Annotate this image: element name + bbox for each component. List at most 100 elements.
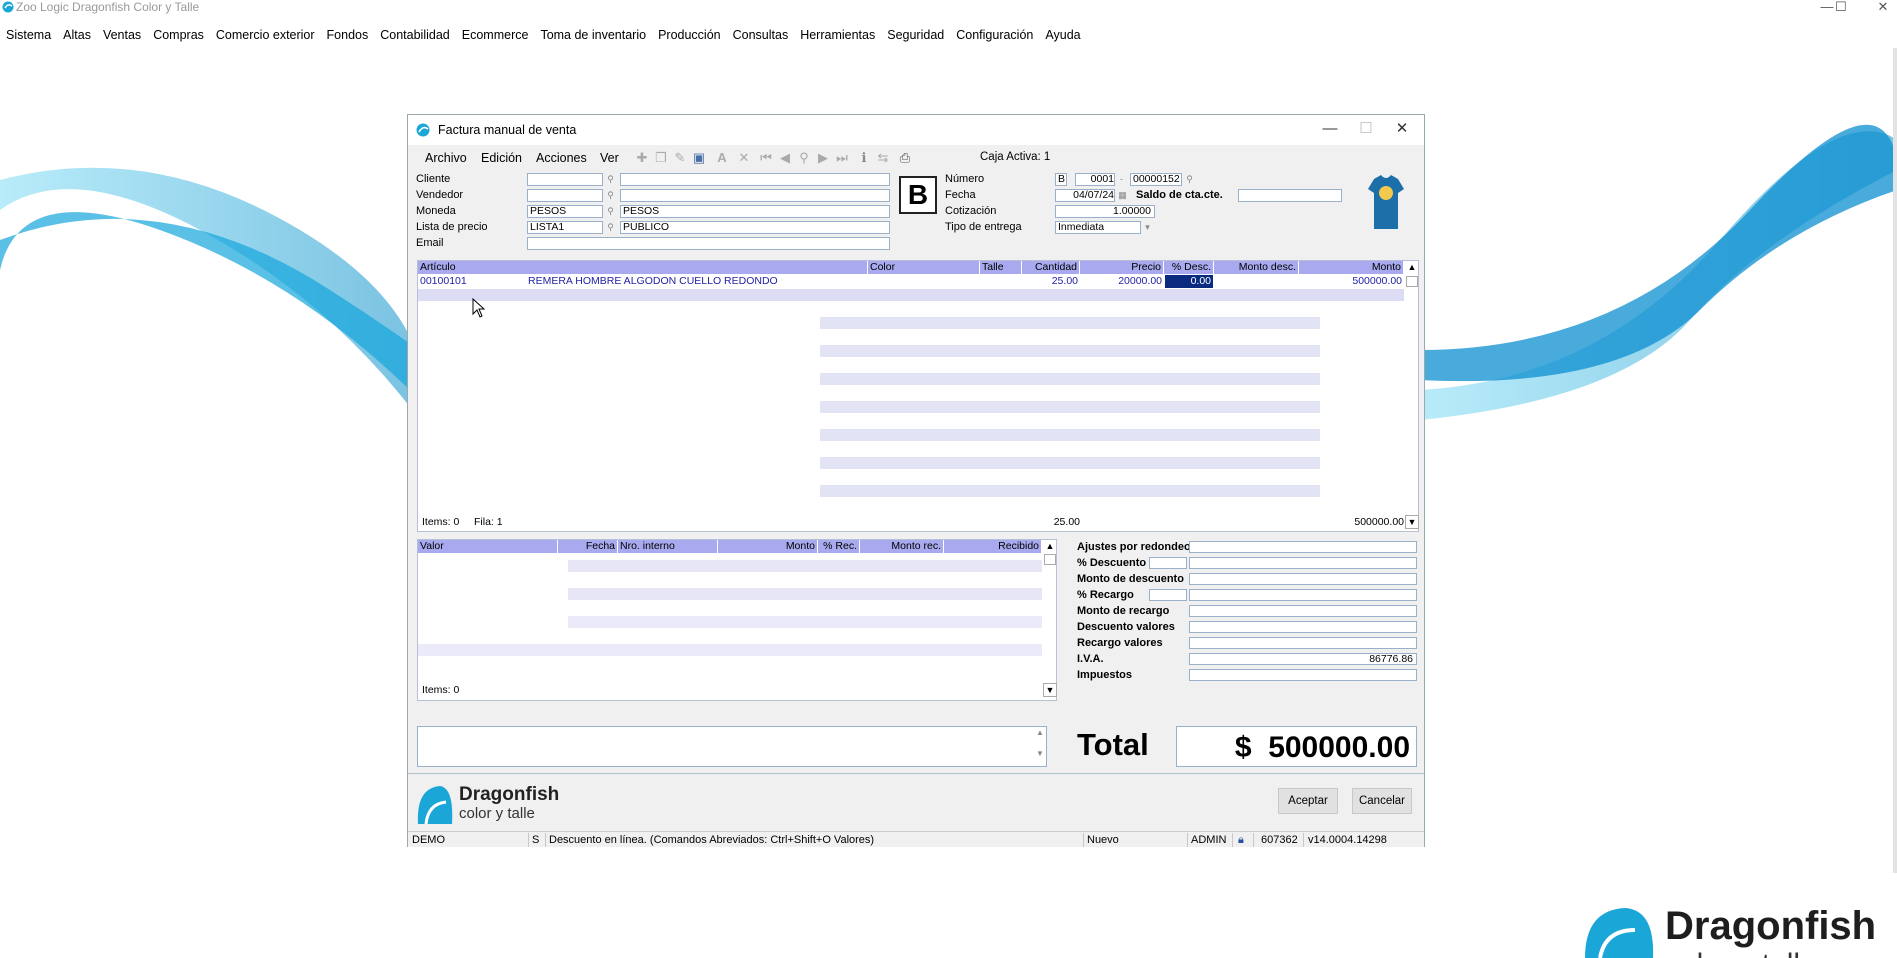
info-icon[interactable]: ℹ bbox=[856, 150, 872, 166]
menu-ver[interactable]: Ver bbox=[600, 151, 619, 165]
lista-precio-desc-field[interactable]: PUBLICO bbox=[620, 221, 890, 234]
col-desc-header[interactable]: % Desc. bbox=[1164, 261, 1214, 274]
menu-configuracion[interactable]: Configuración bbox=[950, 26, 1039, 44]
edit-icon[interactable]: ✎ bbox=[672, 150, 688, 166]
col-talle-header[interactable]: Talle bbox=[980, 261, 1022, 274]
vendedor-code-field[interactable] bbox=[527, 189, 603, 202]
fecha-field[interactable]: 04/07/24 bbox=[1055, 189, 1115, 202]
menu-ecommerce[interactable]: Ecommerce bbox=[456, 26, 535, 44]
saldo-field[interactable] bbox=[1238, 189, 1342, 202]
menu-ventas[interactable]: Ventas bbox=[97, 26, 147, 44]
menu-fondos[interactable]: Fondos bbox=[321, 26, 375, 44]
col-pct-rec-header[interactable]: % Rec. bbox=[818, 540, 860, 553]
font-icon[interactable]: A bbox=[714, 150, 730, 166]
menu-altas[interactable]: Altas bbox=[57, 26, 97, 44]
row-cantidad[interactable]: 25.00 bbox=[1022, 275, 1080, 288]
menu-ayuda[interactable]: Ayuda bbox=[1039, 26, 1086, 44]
menu-produccion[interactable]: Producción bbox=[652, 26, 727, 44]
last-record-icon[interactable]: ⏭ bbox=[834, 150, 850, 166]
cliente-code-field[interactable] bbox=[527, 173, 603, 186]
menu-acciones[interactable]: Acciones bbox=[536, 151, 587, 165]
moneda-desc-field[interactable]: PESOS bbox=[620, 205, 890, 218]
moneda-code-field[interactable]: PESOS bbox=[527, 205, 603, 218]
copy-icon[interactable]: ❐ bbox=[653, 150, 669, 166]
iva-field[interactable]: 86776.86 bbox=[1189, 653, 1417, 665]
pct-descuento-amount-field[interactable] bbox=[1189, 557, 1417, 569]
col-monto-pay-header[interactable]: Monto bbox=[718, 540, 818, 553]
menu-compras[interactable]: Compras bbox=[147, 26, 210, 44]
email-field[interactable] bbox=[527, 237, 890, 250]
monto-recargo-field[interactable] bbox=[1189, 605, 1417, 617]
tipo-entrega-select[interactable]: Inmediata bbox=[1055, 221, 1141, 234]
observaciones-textarea[interactable]: ▲ ▼ bbox=[417, 726, 1047, 767]
expand-down-icon[interactable]: ▼ bbox=[1405, 515, 1419, 529]
next-record-icon[interactable]: ▶ bbox=[815, 150, 831, 166]
col-monto-header[interactable]: Monto bbox=[1299, 261, 1404, 274]
numero-letter-field[interactable]: B bbox=[1055, 173, 1067, 186]
scroll-up-icon[interactable]: ▲ bbox=[1405, 261, 1419, 274]
vendedor-lookup-icon[interactable]: ⚲ bbox=[604, 189, 617, 201]
numero-pv-field[interactable]: 0001 bbox=[1075, 173, 1115, 186]
menu-contabilidad[interactable]: Contabilidad bbox=[374, 26, 456, 44]
chevron-down-icon[interactable]: ▾ bbox=[1141, 221, 1154, 233]
col-monto-rec-header[interactable]: Monto rec. bbox=[860, 540, 944, 553]
dialog-maximize-button[interactable]: ☐ bbox=[1348, 119, 1384, 141]
menu-archivo[interactable]: Archivo bbox=[425, 151, 467, 165]
link-icon[interactable]: ⇆ bbox=[875, 150, 891, 166]
menu-edicion[interactable]: Edición bbox=[481, 151, 522, 165]
new-icon[interactable]: ✚ bbox=[634, 150, 650, 166]
menu-consultas[interactable]: Consultas bbox=[727, 26, 795, 44]
row-articulo[interactable]: 00100101 bbox=[418, 275, 469, 288]
col-cantidad-header[interactable]: Cantidad bbox=[1022, 261, 1080, 274]
row-desc[interactable]: 0.00 bbox=[1165, 275, 1213, 288]
row-monto-desc[interactable] bbox=[1214, 275, 1299, 288]
cliente-lookup-icon[interactable]: ⚲ bbox=[604, 173, 617, 185]
window-close-button[interactable]: ✕ bbox=[1860, 0, 1897, 16]
cotizacion-field[interactable]: 1.00000 bbox=[1055, 205, 1155, 218]
menu-comercio-exterior[interactable]: Comercio exterior bbox=[210, 26, 321, 44]
row-checkbox[interactable] bbox=[1406, 276, 1418, 287]
empty-row[interactable] bbox=[418, 289, 1404, 301]
lista-precio-code-field[interactable]: LISTA1 bbox=[527, 221, 603, 234]
previous-record-icon[interactable]: ◀ bbox=[777, 150, 793, 166]
pay-scroll-up-icon[interactable]: ▲ bbox=[1043, 540, 1057, 552]
print-icon[interactable]: ⎙ bbox=[897, 150, 913, 166]
col-precio-header[interactable]: Precio bbox=[1080, 261, 1164, 274]
lista-precio-lookup-icon[interactable]: ⚲ bbox=[604, 221, 617, 233]
delete-icon[interactable]: ✕ bbox=[736, 150, 752, 166]
calendar-icon[interactable]: ▦ bbox=[1116, 189, 1129, 201]
moneda-lookup-icon[interactable]: ⚲ bbox=[604, 205, 617, 217]
row-precio[interactable]: 20000.00 bbox=[1080, 275, 1164, 288]
col-color-header[interactable]: Color bbox=[868, 261, 980, 274]
cliente-name-field[interactable] bbox=[620, 173, 890, 186]
window-maximize-button[interactable]: ☐ bbox=[1818, 0, 1864, 16]
vendedor-name-field[interactable] bbox=[620, 189, 890, 202]
window-scrollbar[interactable] bbox=[1893, 48, 1897, 873]
cancel-button[interactable]: Cancelar bbox=[1352, 788, 1412, 814]
pct-recargo-amount-field[interactable] bbox=[1189, 589, 1417, 601]
accept-button[interactable]: Aceptar bbox=[1278, 788, 1338, 814]
col-monto-desc-header[interactable]: Monto desc. bbox=[1214, 261, 1299, 274]
ajustes-field[interactable] bbox=[1189, 541, 1417, 553]
table-row[interactable]: 00100101 REMERA HOMBRE ALGODON CUELLO RE… bbox=[418, 275, 1404, 288]
menu-toma-inventario[interactable]: Toma de inventario bbox=[534, 26, 652, 44]
dialog-minimize-button[interactable]: — bbox=[1312, 119, 1348, 141]
search-icon[interactable]: ⚲ bbox=[796, 150, 812, 166]
descuento-valores-field[interactable] bbox=[1189, 621, 1417, 633]
dialog-close-button[interactable]: ✕ bbox=[1384, 119, 1420, 141]
col-valor-header[interactable]: Valor bbox=[418, 540, 558, 553]
numero-lookup-icon[interactable]: ⚲ bbox=[1183, 173, 1196, 185]
col-nro-interno-header[interactable]: Nro. interno bbox=[618, 540, 718, 553]
menu-seguridad[interactable]: Seguridad bbox=[881, 26, 950, 44]
menu-herramientas[interactable]: Herramientas bbox=[794, 26, 881, 44]
col-articulo-header[interactable]: Artículo bbox=[418, 261, 868, 274]
first-record-icon[interactable]: ⏮ bbox=[758, 150, 774, 166]
numero-nro-field[interactable]: 00000152 bbox=[1130, 173, 1182, 186]
pay-expand-down-icon[interactable]: ▼ bbox=[1043, 683, 1057, 697]
col-fecha-header[interactable]: Fecha bbox=[558, 540, 618, 553]
pct-descuento-field[interactable] bbox=[1149, 557, 1187, 569]
col-recibido-header[interactable]: Recibido bbox=[944, 540, 1042, 553]
recargo-valores-field[interactable] bbox=[1189, 637, 1417, 649]
notes-scroll-up-icon[interactable]: ▲ bbox=[1034, 728, 1046, 746]
pay-checkbox[interactable] bbox=[1044, 554, 1056, 565]
